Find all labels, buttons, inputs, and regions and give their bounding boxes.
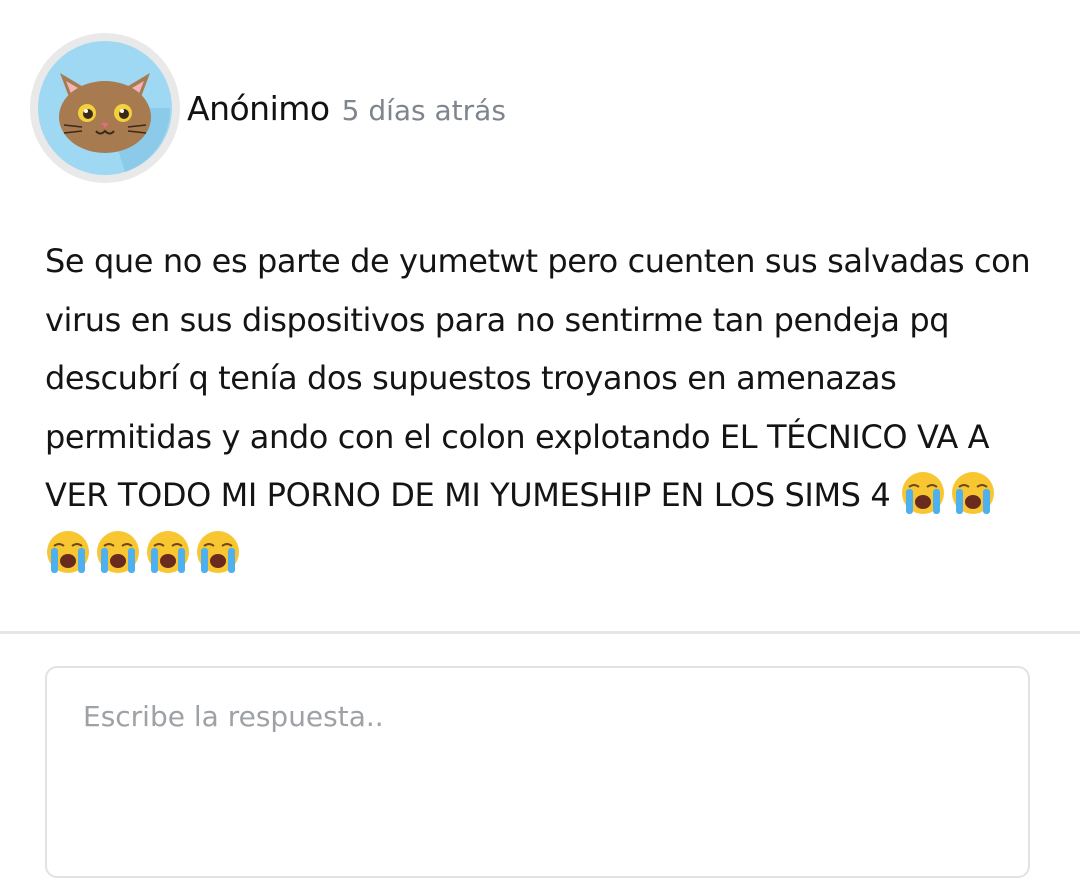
post-meta: Anónimo 5 días atrás [187,89,506,128]
crying-face-icon [902,472,945,514]
author-name[interactable]: Anónimo [187,89,330,128]
crying-face-icon [97,530,139,573]
divider [0,631,1080,634]
avatar[interactable] [30,33,180,183]
post-header: Anónimo 5 días atrás [30,33,506,183]
reply-input[interactable] [45,666,1030,878]
post-body: Se que no es parte de yumetwt pero cuent… [45,232,1045,583]
cat-avatar-icon [38,41,172,175]
crying-face-icon [952,472,995,514]
crying-face-icon [47,530,89,573]
post-timestamp: 5 días atrás [341,93,506,127]
post-text: Se que no es parte de yumetwt pero cuent… [45,242,1031,514]
crying-face-icon [147,530,189,573]
crying-face-icon [197,530,239,573]
